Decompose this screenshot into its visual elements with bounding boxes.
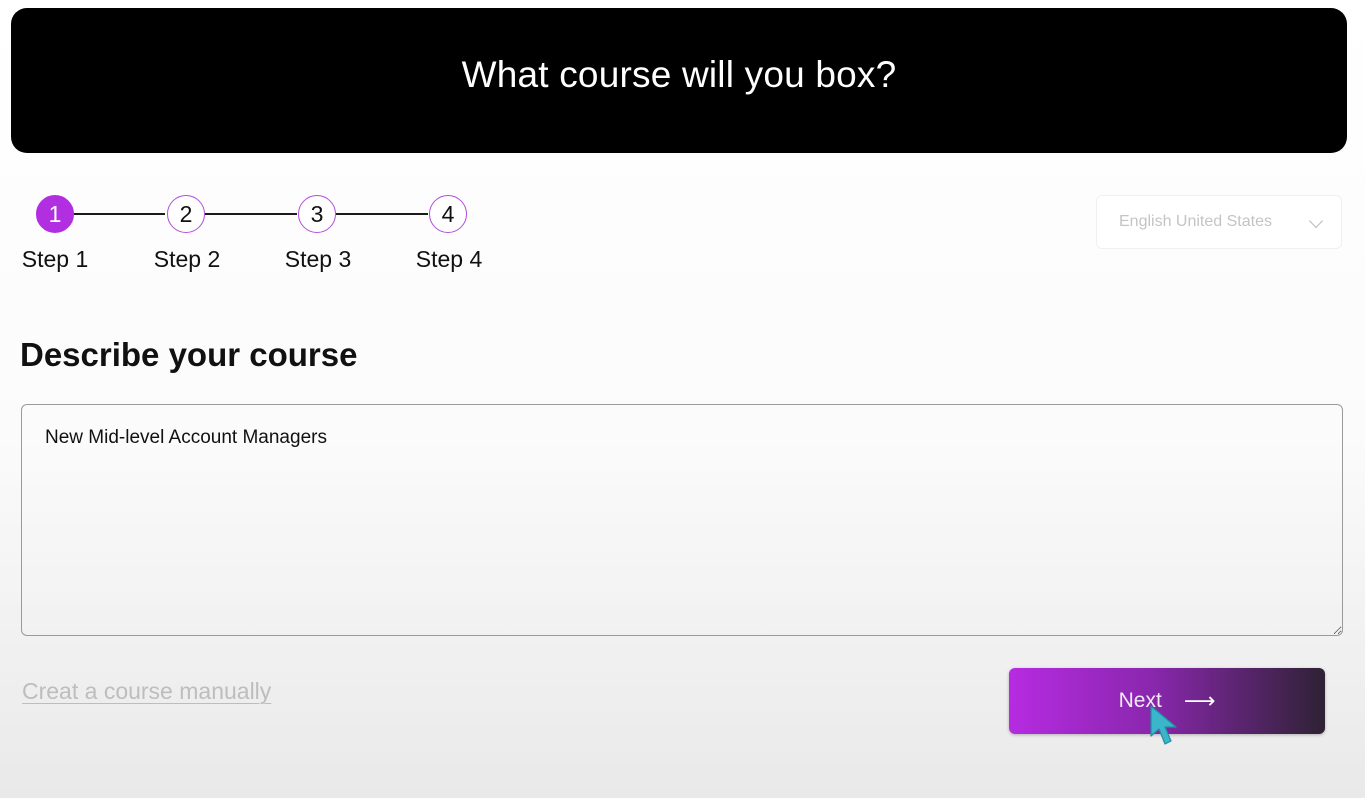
chevron-down-icon	[1308, 213, 1324, 229]
language-select[interactable]: English United States	[1096, 195, 1342, 249]
step-2-label: Step 2	[153, 246, 221, 272]
step-1-label: Step 1	[21, 246, 89, 272]
step-1-indicator[interactable]: 1	[36, 195, 74, 233]
section-title: Describe your course	[20, 336, 358, 373]
step-3-label: Step 3	[284, 246, 352, 272]
step-connector	[205, 213, 297, 215]
arrow-right-icon: ⟶	[1183, 688, 1216, 713]
step-4-label: Step 4	[415, 246, 483, 272]
step-2-indicator[interactable]: 2	[167, 195, 205, 233]
stepper: 1 2 3 4 Step 1 Step 2 Step 3 Step 4	[0, 0, 600, 300]
mouse-cursor-icon	[1150, 705, 1177, 745]
step-4-indicator[interactable]: 4	[429, 195, 467, 233]
step-connector	[74, 213, 165, 215]
language-select-value: English United States	[1119, 213, 1272, 230]
step-3-indicator[interactable]: 3	[298, 195, 336, 233]
create-course-manually-link[interactable]: Creat a course manually	[22, 678, 271, 705]
step-connector	[336, 213, 428, 215]
course-description-input[interactable]: New Mid-level Account Managers	[21, 404, 1343, 636]
